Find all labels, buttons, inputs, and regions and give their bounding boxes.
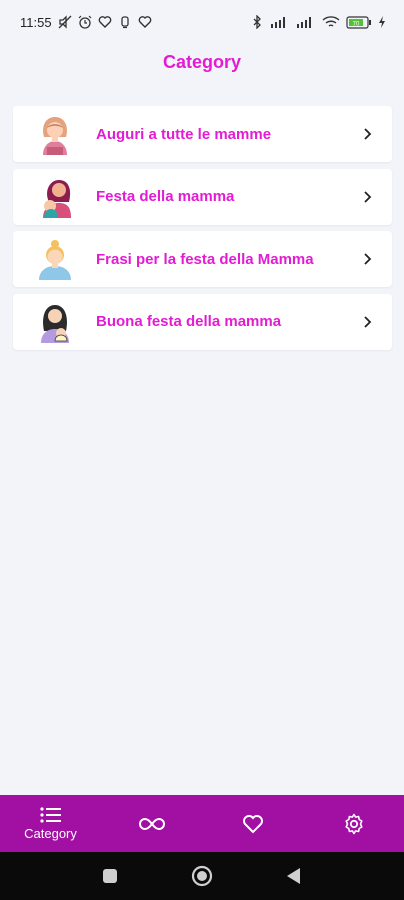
home-button[interactable] <box>156 852 248 900</box>
chevron-right-icon <box>364 128 372 140</box>
square-icon <box>103 869 117 883</box>
status-bar: 11:55 70 <box>0 0 404 44</box>
charging-icon <box>378 15 386 29</box>
category-label: Frasi per la festa della Mamma <box>96 250 314 268</box>
infinity-icon <box>138 817 165 830</box>
category-label: Buona festa della mamma <box>96 313 282 330</box>
heart-icon <box>242 814 263 833</box>
mother-with-baby-icon <box>43 179 71 218</box>
category-item-frasi[interactable]: Frasi per la festa della Mamma <box>13 231 392 287</box>
alarm-icon <box>78 15 92 29</box>
category-item-buona[interactable]: Buona festa della mamma <box>13 293 392 350</box>
mother-holding-baby-icon <box>41 304 69 343</box>
category-label: Festa della mamma <box>96 188 235 205</box>
bottom-nav: Category <box>0 795 404 852</box>
woman-avatar-icon <box>39 240 71 280</box>
wifi-icon <box>322 15 340 29</box>
chevron-right-icon <box>364 315 372 328</box>
category-item-auguri[interactable]: Auguri a tutte le mamme <box>13 106 392 162</box>
signal-icon <box>270 15 290 29</box>
category-list: Auguri a tutte le mamme Festa della mamm… <box>13 106 392 356</box>
status-right: 70 <box>250 15 386 29</box>
signal-icon <box>296 15 316 29</box>
system-navigation-bar <box>0 852 404 900</box>
back-button[interactable] <box>248 852 340 900</box>
gear-icon <box>344 813 363 834</box>
page-title: Category <box>162 52 242 72</box>
nav-category[interactable]: Category <box>0 795 101 852</box>
nav-infinity[interactable] <box>101 795 202 852</box>
svg-text:70: 70 <box>353 21 360 27</box>
mother-avatar-icon <box>43 117 67 155</box>
mute-icon <box>58 15 72 29</box>
bluetooth-icon <box>250 15 264 29</box>
heart-icon <box>98 15 112 29</box>
circle-icon <box>191 865 213 887</box>
status-left: 11:55 <box>20 15 152 30</box>
triangle-back-icon <box>287 868 300 884</box>
nav-category-label: Category <box>24 826 77 841</box>
clock: 11:55 <box>20 14 52 30</box>
list-icon <box>39 807 61 823</box>
nav-favorites[interactable] <box>202 795 303 852</box>
battery-icon: 70 <box>346 15 372 29</box>
recents-button[interactable] <box>64 852 156 900</box>
heart-icon <box>138 15 152 29</box>
chevron-right-icon <box>364 253 372 265</box>
chevron-right-icon <box>364 190 372 203</box>
category-item-festa[interactable]: Festa della mamma <box>13 168 392 225</box>
nav-settings[interactable] <box>303 795 404 852</box>
bell-icon <box>118 15 132 29</box>
category-label: Auguri a tutte le mamme <box>96 125 272 143</box>
